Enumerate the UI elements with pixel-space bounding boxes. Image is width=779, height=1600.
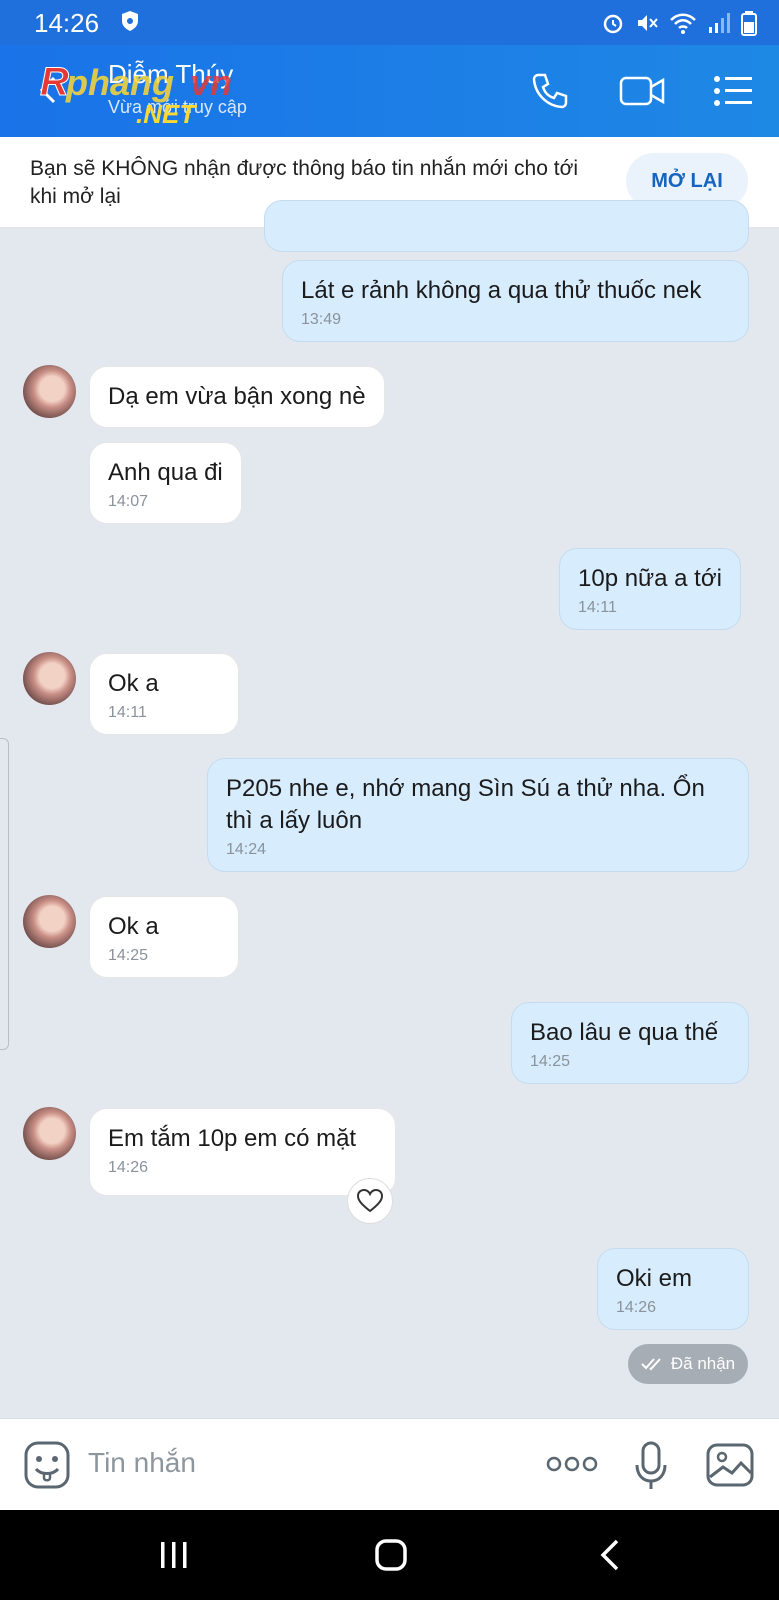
back-nav-icon[interactable] xyxy=(598,1538,622,1572)
heart-icon xyxy=(357,1189,383,1213)
message-bubble-incoming[interactable]: Ok a 14:25 xyxy=(89,896,239,978)
message-text: Ok a xyxy=(108,670,159,697)
svg-text:vn: vn xyxy=(190,62,232,103)
microphone-icon[interactable] xyxy=(634,1441,668,1491)
message-time: 14:25 xyxy=(108,947,149,964)
recent-apps-icon[interactable] xyxy=(158,1540,190,1570)
signal-icon xyxy=(709,13,730,33)
message-text: Anh qua đi xyxy=(108,459,223,486)
message-time: 14:24 xyxy=(226,841,267,858)
message-time: 14:11 xyxy=(108,704,147,721)
message-bubble-incoming[interactable]: Anh qua đi 14:07 xyxy=(89,442,242,524)
sticker-emoji-icon[interactable] xyxy=(24,1441,70,1489)
message-text: Dạ em vừa bận xong nè xyxy=(108,383,366,410)
message-bubble-outgoing[interactable]: 10p nữa a tới 14:11 xyxy=(559,548,741,630)
message-time: 13:49 xyxy=(301,311,342,328)
message-time: 14:07 xyxy=(108,493,149,510)
delivery-status-badge: Đã nhận xyxy=(628,1344,748,1384)
message-text: Lát e rảnh không a qua thử thuốc nek xyxy=(301,277,702,304)
message-text: Ok a xyxy=(108,913,159,940)
message-input[interactable]: Tin nhắn xyxy=(88,1447,196,1479)
avatar[interactable] xyxy=(23,365,76,418)
image-gallery-icon[interactable] xyxy=(706,1443,754,1487)
message-bubble-partial xyxy=(264,200,749,252)
home-icon[interactable] xyxy=(374,1538,408,1572)
phone-icon[interactable] xyxy=(530,71,570,111)
double-check-icon xyxy=(641,1358,661,1371)
alarm-icon xyxy=(603,14,623,34)
avatar[interactable] xyxy=(23,1107,76,1160)
message-text: Em tắm 10p em có mặt xyxy=(108,1125,357,1152)
status-time: 14:26 xyxy=(34,8,100,38)
message-input-bar: Tin nhắn xyxy=(0,1418,779,1511)
avatar[interactable] xyxy=(23,652,76,705)
chat-header: Diễm Thúy Vừa mới truy cập R phang vn .N… xyxy=(0,45,779,137)
message-bubble-outgoing[interactable]: Lát e rảnh không a qua thử thuốc nek 13:… xyxy=(282,260,749,342)
shield-icon xyxy=(122,11,138,31)
mute-icon xyxy=(638,15,658,31)
wifi-icon xyxy=(670,13,696,34)
message-time: 14:26 xyxy=(108,1159,149,1176)
message-bubble-outgoing[interactable]: Bao lâu e qua thế 14:25 xyxy=(511,1002,749,1084)
status-icons xyxy=(601,10,757,36)
message-bubble-incoming[interactable]: Ok a 14:11 xyxy=(89,653,239,735)
system-nav-bar xyxy=(0,1510,779,1600)
message-bubble-incoming[interactable]: Em tắm 10p em có mặt 14:26 xyxy=(89,1108,396,1196)
status-bar: 14:26 xyxy=(0,0,779,45)
battery-icon xyxy=(741,11,757,36)
svg-text:.NET: .NET xyxy=(136,99,197,127)
video-call-icon[interactable] xyxy=(618,71,666,111)
message-bubble-outgoing[interactable]: P205 nhe e, nhớ mang Sìn Sú a thử nha. Ổ… xyxy=(207,758,749,872)
avatar[interactable] xyxy=(23,895,76,948)
menu-list-icon[interactable] xyxy=(712,71,754,111)
message-text: Oki em xyxy=(616,1265,693,1292)
more-options-icon[interactable] xyxy=(546,1453,598,1475)
message-text: 10p nữa a tới xyxy=(578,565,722,592)
svg-text:R: R xyxy=(40,60,69,104)
message-bubble-incoming[interactable]: Dạ em vừa bận xong nè xyxy=(89,366,385,428)
message-text: P205 nhe e, nhớ mang Sìn Sú a thử nha. Ổ… xyxy=(226,775,705,834)
watermark-logo: R phang vn .NET xyxy=(40,60,232,128)
scroll-edge xyxy=(0,738,9,1050)
delivery-status-text: Đã nhận xyxy=(670,1354,736,1373)
message-time: 14:25 xyxy=(530,1053,571,1070)
react-heart-button[interactable] xyxy=(347,1178,393,1224)
message-time: 14:26 xyxy=(616,1299,657,1316)
message-bubble-outgoing[interactable]: Oki em 14:26 xyxy=(597,1248,749,1330)
message-time: 14:11 xyxy=(578,599,617,616)
message-text: Bao lâu e qua thế xyxy=(530,1019,719,1046)
svg-text:phang: phang xyxy=(65,62,174,103)
